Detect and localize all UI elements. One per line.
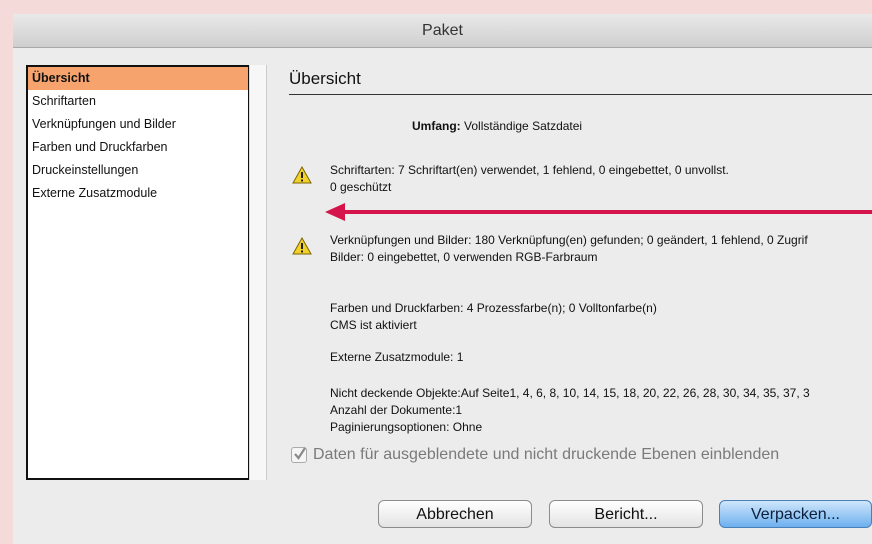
nonopaque-line: Nicht deckende Objekte:Auf Seite1, 4, 6,… (330, 386, 810, 400)
title-divider (289, 94, 872, 95)
checkmark-icon (294, 447, 306, 460)
hidden-layers-label: Daten für ausgeblendete und nicht drucke… (313, 446, 780, 463)
sidebar-item-links[interactable]: Verknüpfungen und Bilder (28, 113, 248, 136)
fonts-line-1: Schriftarten: 7 Schriftart(en) verwendet… (330, 163, 729, 177)
package-dialog: Paket Übersicht Schriftarten Verknüpfung… (13, 14, 872, 544)
page-title: Übersicht (289, 69, 361, 88)
pagination-line: Paginierungsoptionen: Ohne (330, 420, 483, 434)
sidebar-item-print-settings[interactable]: Druckeinstellungen (28, 159, 248, 182)
report-button[interactable]: Bericht... (549, 500, 703, 528)
links-line-1: Verknüpfungen und Bilder: 180 Verknüpfun… (330, 233, 808, 247)
sidebar-item-colors[interactable]: Farben und Druckfarben (28, 136, 248, 159)
sidebar-item-fonts[interactable]: Schriftarten (28, 90, 248, 113)
sidebar-scrollbar[interactable] (249, 65, 267, 480)
scope-label: Umfang: (412, 119, 461, 133)
links-line-2: Bilder: 0 eingebettet, 0 verwenden RGB-F… (330, 250, 598, 264)
arrow-left-icon (325, 203, 872, 221)
doc-count-line: Anzahl der Dokumente:1 (330, 403, 463, 417)
window-title: Paket (13, 14, 872, 48)
sidebar-item-plugins[interactable]: Externe Zusatzmodule (28, 182, 248, 205)
colors-line-1: Farben und Druckfarben: 4 Prozessfarbe(n… (330, 301, 657, 315)
warning-icon (292, 166, 312, 184)
scope-row: Umfang: Vollständige Satzdatei (412, 118, 582, 135)
hidden-layers-checkbox-row[interactable]: Daten für ausgeblendete und nicht drucke… (291, 446, 779, 464)
fonts-line-2: 0 geschützt (330, 180, 392, 194)
colors-line-2: CMS ist aktiviert (330, 318, 417, 332)
plugins-line: Externe Zusatzmodule: 1 (330, 350, 464, 364)
warning-icon (292, 237, 312, 255)
sidebar: Übersicht Schriftarten Verknüpfungen und… (26, 65, 250, 480)
sidebar-item-overview[interactable]: Übersicht (28, 67, 248, 90)
cancel-button[interactable]: Abbrechen (378, 500, 532, 528)
hidden-layers-checkbox[interactable] (291, 447, 307, 463)
scope-value: Vollständige Satzdatei (464, 119, 583, 133)
package-button[interactable]: Verpacken... (719, 500, 872, 528)
